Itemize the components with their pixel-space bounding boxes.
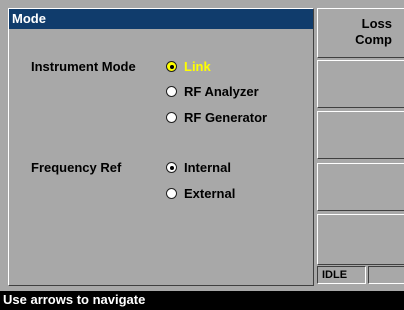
status-extra xyxy=(368,266,404,284)
softkey-3[interactable] xyxy=(317,111,404,159)
mode-panel: Mode Instrument Mode Link RF Analyzer RF… xyxy=(8,8,314,286)
status-idle: IDLE xyxy=(317,266,366,284)
panel-title: Mode xyxy=(9,9,313,29)
radio-rf-analyzer-label: RF Analyzer xyxy=(184,84,259,99)
softkey-loss-comp-line1: Loss xyxy=(361,16,392,31)
radio-link-label: Link xyxy=(184,59,211,74)
frequency-ref-label: Frequency Ref xyxy=(31,160,122,175)
softkey-5[interactable] xyxy=(317,214,404,265)
radio-external[interactable]: External xyxy=(166,186,235,201)
radio-link[interactable]: Link xyxy=(166,59,211,74)
radio-rf-analyzer-icon xyxy=(166,86,177,97)
radio-rf-analyzer[interactable]: RF Analyzer xyxy=(166,84,259,99)
radio-internal[interactable]: Internal xyxy=(166,160,231,175)
radio-link-icon xyxy=(166,61,177,72)
status-area: IDLE xyxy=(317,266,404,286)
instrument-screen: Mode Instrument Mode Link RF Analyzer RF… xyxy=(0,0,404,310)
instrument-mode-label: Instrument Mode xyxy=(31,59,136,74)
radio-external-icon xyxy=(166,188,177,199)
radio-external-label: External xyxy=(184,186,236,201)
softkey-loss-comp[interactable]: Loss Comp xyxy=(317,8,404,58)
radio-rf-generator-label: RF Generator xyxy=(184,110,268,125)
softkey-4[interactable] xyxy=(317,163,404,211)
softkey-loss-comp-line2: Comp xyxy=(355,32,392,47)
radio-internal-icon xyxy=(166,162,177,173)
softkey-2[interactable] xyxy=(317,60,404,108)
radio-rf-generator-icon xyxy=(166,112,177,123)
radio-rf-generator[interactable]: RF Generator xyxy=(166,110,267,125)
radio-internal-label: Internal xyxy=(184,160,231,175)
hint-bar: Use arrows to navigate xyxy=(0,291,404,310)
